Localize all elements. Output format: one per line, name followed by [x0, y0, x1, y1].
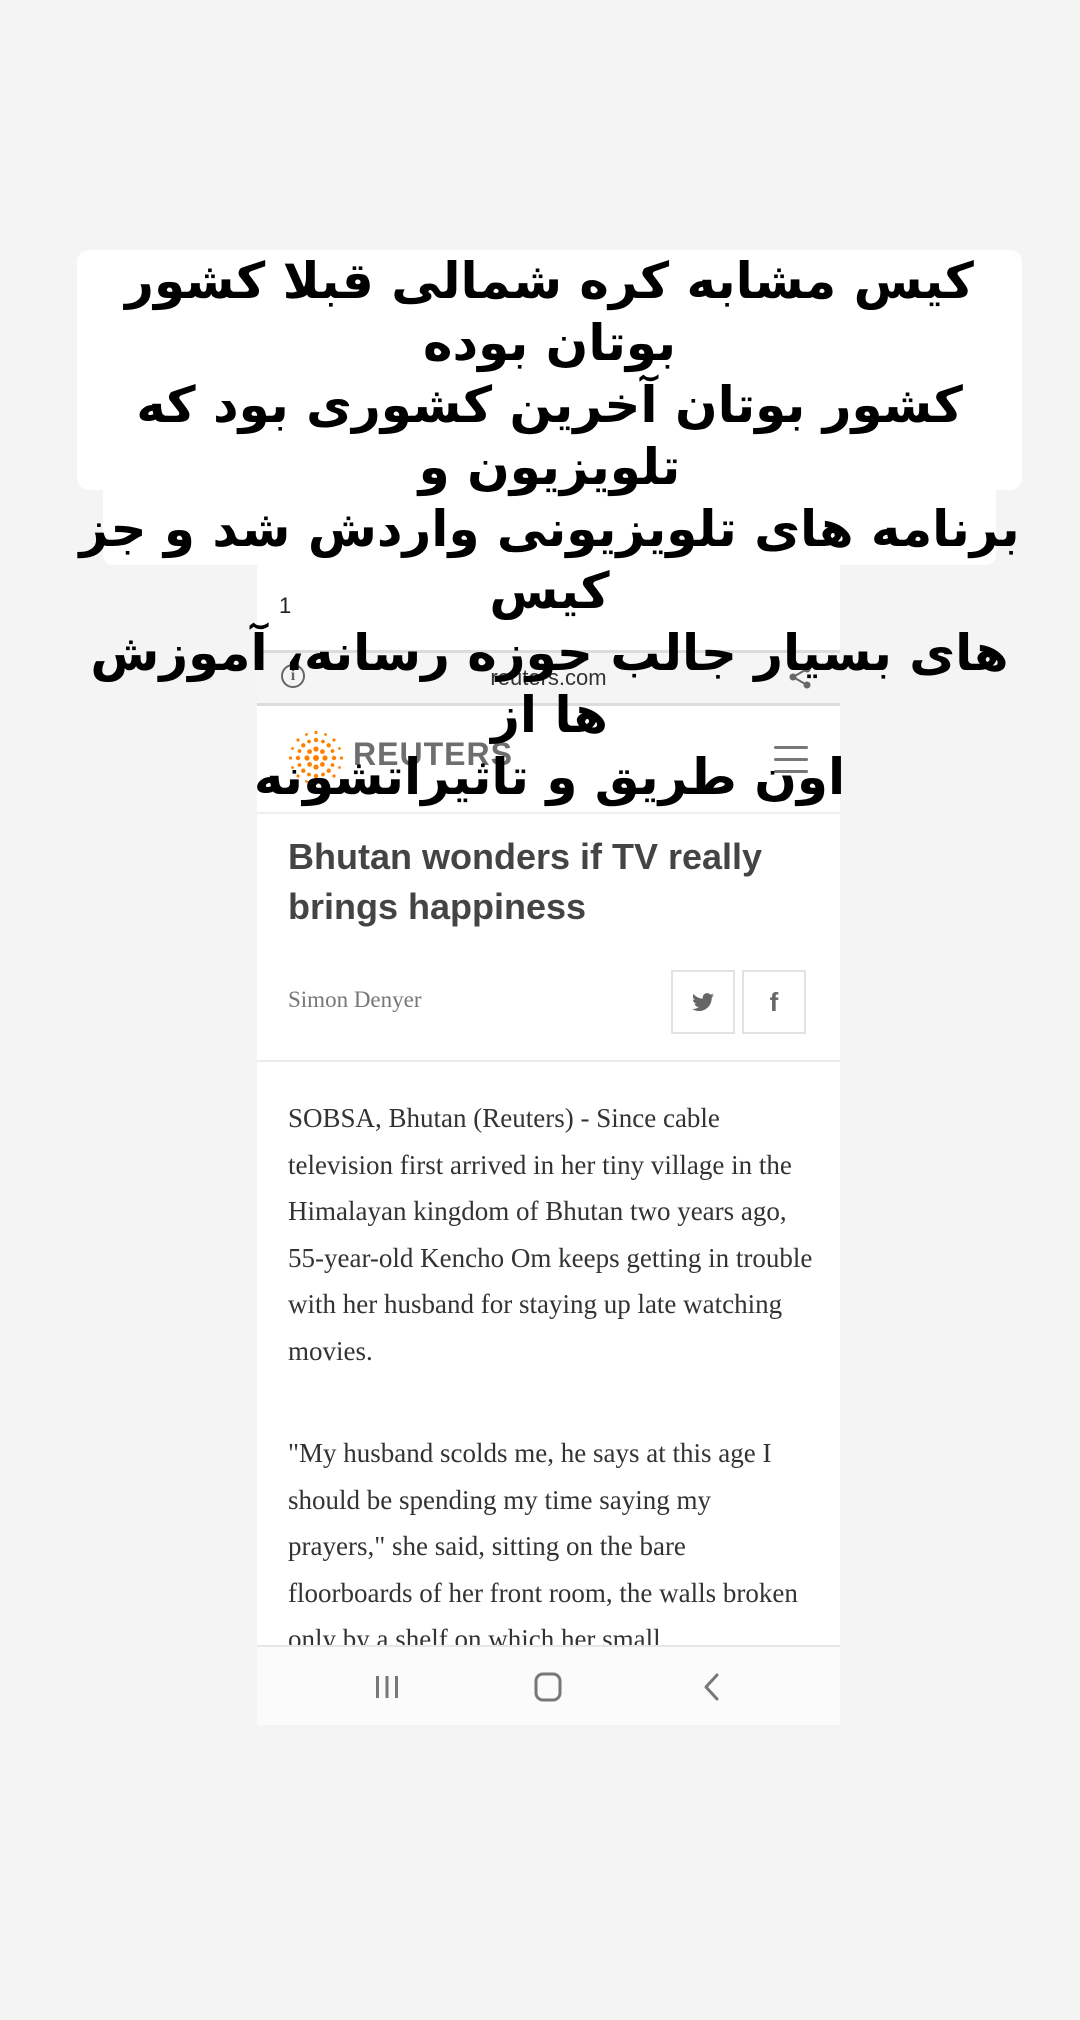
facebook-icon: f — [769, 987, 779, 1017]
back-icon[interactable] — [692, 1669, 732, 1705]
twitter-share-button[interactable] — [671, 970, 735, 1034]
twitter-icon — [692, 993, 714, 1011]
article-paragraph: SOBSA, Bhutan (Reuters) - Since cable te… — [288, 1103, 813, 1366]
caption-line: کیس مشابه کره شمالی قبلا کشور بوتان بوده — [125, 252, 974, 372]
caption-line: اون طریق و تاثیراتشونه — [253, 748, 846, 806]
android-nav-bar — [257, 1645, 840, 1725]
caption-line: کشور بوتان آخرین کشوری بود که تلویزیون و — [136, 376, 963, 496]
header-divider — [257, 1060, 840, 1062]
article-paragraph: "My husband scolds me, he says at this a… — [288, 1438, 798, 1654]
article-body: SOBSA, Bhutan (Reuters) - Since cable te… — [288, 1095, 813, 1719]
article-headline: Bhutan wonders if TV really brings happi… — [288, 836, 763, 927]
story-caption: کیس مشابه کره شمالی قبلا کشور بوتان بوده… — [77, 250, 1022, 808]
caption-line: برنامه های تلویزیونی واردش شد و جز کیس — [79, 500, 1020, 620]
home-icon[interactable] — [528, 1669, 568, 1705]
facebook-share-button[interactable]: f — [742, 970, 806, 1034]
caption-line: های بسیار جالب حوزه رسانه، آموزش ها از — [90, 624, 1009, 744]
recent-apps-icon[interactable] — [367, 1669, 407, 1705]
article-author[interactable]: Simon Denyer — [288, 987, 422, 1013]
